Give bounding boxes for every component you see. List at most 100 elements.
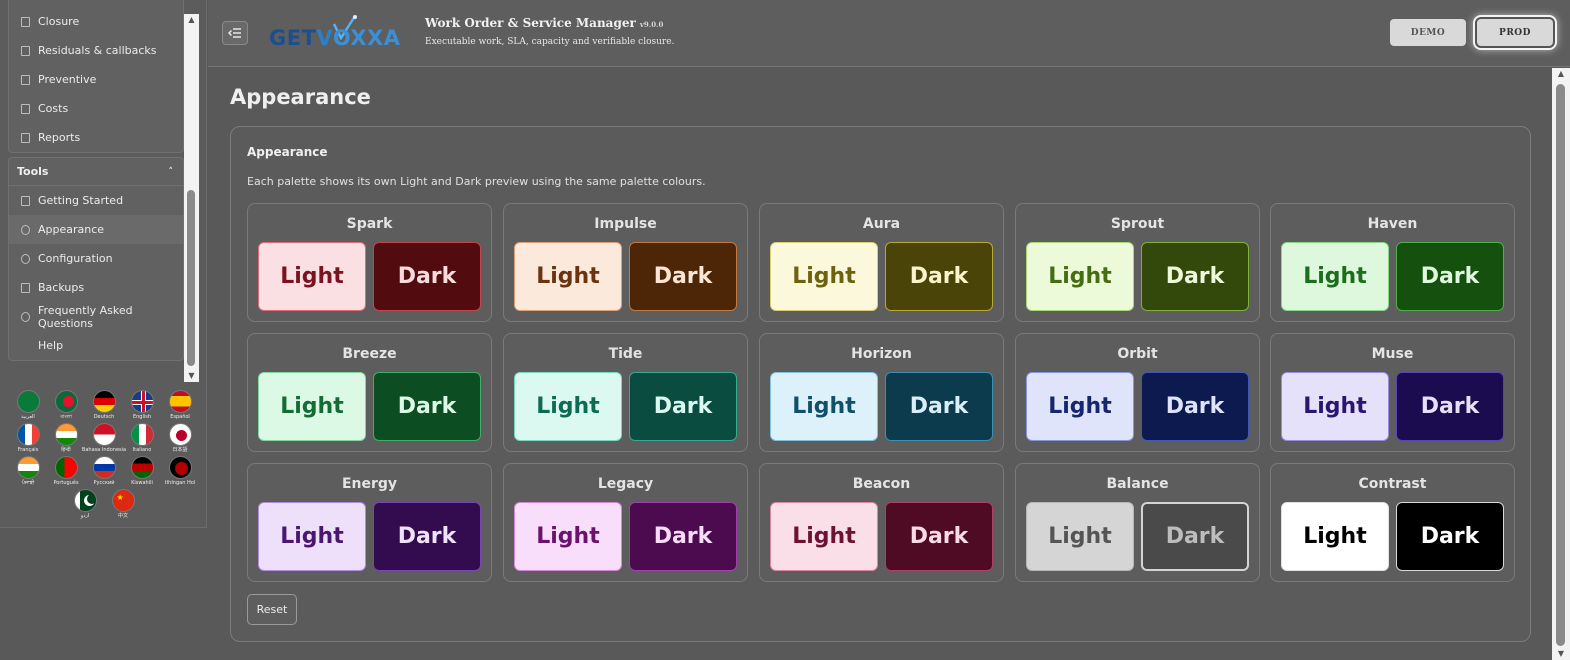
language-option[interactable]: ਪੰਜਾਬੀ <box>9 456 47 489</box>
palette-light-button[interactable]: Light <box>770 502 878 571</box>
palette-dark-button[interactable]: Dark <box>1396 242 1504 311</box>
sidebar-item-appearance[interactable]: Appearance <box>9 215 183 244</box>
sidebar: Closure Residuals & callbacks Preventive Co… <box>0 0 207 528</box>
palette-card-aura: Aura Light Dark <box>759 203 1004 322</box>
sidebar-collapse-button[interactable] <box>222 21 248 45</box>
language-option[interactable]: Français <box>9 423 47 456</box>
scroll-up-arrow-icon[interactable]: ▲ <box>184 14 199 26</box>
palette-light-button[interactable]: Light <box>514 372 622 441</box>
palette-light-button[interactable]: Light <box>1281 502 1389 571</box>
palette-dark-button[interactable]: Dark <box>629 502 737 571</box>
prod-env-button[interactable]: PROD <box>1477 19 1553 46</box>
palette-light-button[interactable]: Light <box>1281 242 1389 311</box>
palette-light-button[interactable]: Light <box>1281 372 1389 441</box>
sidebar-item-residuals-callbacks[interactable]: Residuals & callbacks <box>9 36 183 65</box>
language-label: বাংলা <box>60 414 72 420</box>
nav-group-work: Closure Residuals & callbacks Preventive Co… <box>8 0 184 153</box>
language-option[interactable]: English <box>123 390 161 423</box>
palette-light-button[interactable]: Light <box>1026 372 1134 441</box>
palette-dark-button[interactable]: Dark <box>373 242 481 311</box>
palette-dark-button[interactable]: Dark <box>885 372 993 441</box>
language-option[interactable]: Deutsch <box>85 390 123 423</box>
sidebar-item-label: Frequently Asked Questions <box>38 303 133 330</box>
language-label: Kiswahili <box>131 480 153 486</box>
palette-dark-button[interactable]: Dark <box>1141 372 1249 441</box>
palette-name: Horizon <box>851 346 912 362</box>
palette-dark-button[interactable]: Dark <box>629 372 737 441</box>
language-option[interactable]: 日本語 <box>161 423 199 456</box>
sidebar-item-frequently-asked-questions[interactable]: Frequently Asked Questions <box>9 302 183 331</box>
language-option[interactable]: Italiano <box>123 423 161 456</box>
sidebar-item-configuration[interactable]: Configuration <box>9 244 183 273</box>
palette-dark-button[interactable]: Dark <box>885 502 993 571</box>
palette-light-button[interactable]: Light <box>258 242 366 311</box>
language-option[interactable]: اردو <box>66 489 104 522</box>
palette-dark-button[interactable]: Dark <box>1396 372 1504 441</box>
language-label: اردو <box>80 513 90 519</box>
sidebar-item-costs[interactable]: Costs <box>9 94 183 123</box>
language-row: ਪੰਜਾਬੀ Português Русский Kiswahili tlhIngan … <box>8 456 200 489</box>
sidebar-scrollbar-thumb[interactable] <box>187 190 195 366</box>
language-label: Deutsch <box>93 414 115 420</box>
flag-icon <box>54 456 78 479</box>
palette-card-contrast: Contrast Light Dark <box>1270 463 1515 582</box>
appearance-card: Appearance Each palette shows its own Li… <box>230 126 1531 642</box>
scroll-up-arrow-icon[interactable]: ▲ <box>1552 68 1570 80</box>
flag-icon <box>92 456 116 479</box>
sidebar-item-getting-started[interactable]: Getting Started <box>9 186 183 215</box>
palette-dark-button[interactable]: Dark <box>1396 502 1504 571</box>
palette-name: Muse <box>1371 346 1414 362</box>
language-label: Bahasa Indonesia <box>81 447 127 453</box>
palette-light-button[interactable]: Light <box>770 372 878 441</box>
palette-dark-button[interactable]: Dark <box>373 372 481 441</box>
sidebar-item-partial[interactable] <box>9 0 183 7</box>
language-option[interactable]: ★ 中文 <box>104 489 142 522</box>
sidebar-item-help[interactable]: Help <box>9 331 183 360</box>
palette-light-button[interactable]: Light <box>1026 242 1134 311</box>
doc-icon <box>21 45 30 56</box>
language-label: tlhIngan Hol <box>164 480 196 486</box>
language-option[interactable]: हिन्दी <box>47 423 85 456</box>
sidebar-scrollbar[interactable]: ▲ ▼ <box>184 14 199 382</box>
palette-light-button[interactable]: Light <box>258 502 366 571</box>
palette-name: Legacy <box>597 476 654 492</box>
flag-icon <box>130 390 154 413</box>
language-option[interactable]: বাংলা <box>47 390 85 423</box>
palette-dark-button[interactable]: Dark <box>1141 242 1249 311</box>
language-label: ਪੰਜਾਬੀ <box>21 480 35 486</box>
language-label: Español <box>170 414 190 420</box>
scroll-down-arrow-icon[interactable]: ▼ <box>184 370 199 382</box>
sidebar-item-reports[interactable]: Reports <box>9 123 183 152</box>
palette-light-button[interactable]: Light <box>514 502 622 571</box>
flag-icon <box>168 423 192 446</box>
demo-env-button[interactable]: DEMO <box>1390 19 1466 46</box>
sidebar-item-label: Costs <box>38 102 69 115</box>
language-option[interactable]: tlhIngan Hol <box>161 456 199 489</box>
language-option[interactable]: Kiswahili <box>123 456 161 489</box>
palette-light-button[interactable]: Light <box>258 372 366 441</box>
sidebar-item-closure[interactable]: Closure <box>9 7 183 36</box>
scroll-down-arrow-icon[interactable]: ▼ <box>1552 648 1570 660</box>
language-option[interactable]: العربية <box>9 390 47 423</box>
sidebar-item-preventive[interactable]: Preventive <box>9 65 183 94</box>
palette-light-button[interactable]: Light <box>514 242 622 311</box>
palette-dark-button[interactable]: Dark <box>885 242 993 311</box>
palette-dark-button[interactable]: Dark <box>373 502 481 571</box>
language-option[interactable]: Bahasa Indonesia <box>81 423 127 456</box>
page-scrollbar-thumb[interactable] <box>1556 84 1565 646</box>
reset-button[interactable]: Reset <box>247 594 297 625</box>
palette-light-button[interactable]: Light <box>770 242 878 311</box>
sidebar-item-backups[interactable]: Backups <box>9 273 183 302</box>
tools-section-header[interactable]: Tools ˄ <box>9 158 183 186</box>
palette-light-button[interactable]: Light <box>1026 502 1134 571</box>
palette-dark-button[interactable]: Dark <box>1141 502 1249 571</box>
palette-card-tide: Tide Light Dark <box>503 333 748 452</box>
sidebar-nav[interactable]: Closure Residuals & callbacks Preventive Co… <box>6 0 184 380</box>
language-option[interactable]: Português <box>47 456 85 489</box>
page-title: Appearance <box>230 85 371 109</box>
logo-text: GETVOXXA <box>269 26 401 50</box>
palette-dark-button[interactable]: Dark <box>629 242 737 311</box>
language-option[interactable]: Русский <box>85 456 123 489</box>
page-scrollbar[interactable]: ▲ ▼ <box>1552 68 1570 660</box>
language-option[interactable]: Español <box>161 390 199 423</box>
